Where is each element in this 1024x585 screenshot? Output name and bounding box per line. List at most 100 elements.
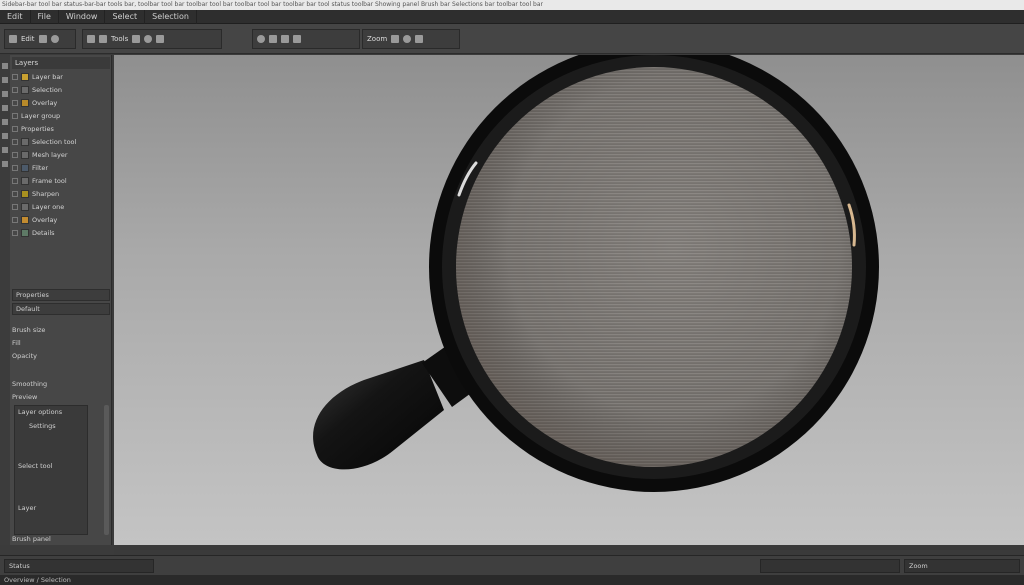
layer-thumbnail — [21, 216, 29, 224]
option-row[interactable]: Layer — [18, 504, 88, 515]
layer-thumbnail — [21, 177, 29, 185]
rotate-icon[interactable] — [281, 35, 289, 43]
layer-row[interactable]: Mesh layer — [12, 149, 110, 161]
toolbar-label-tools[interactable]: Tools — [111, 35, 128, 43]
layer-label: Overlay — [32, 99, 58, 107]
eye-icon[interactable] — [12, 126, 18, 132]
window-title: Sidebar-bar tool bar status-bar-bar tool… — [0, 0, 1024, 10]
crop-icon[interactable] — [156, 35, 165, 43]
property-row[interactable]: Fill — [12, 339, 110, 350]
layers-panel-title: Layers — [12, 57, 110, 69]
layer-row[interactable]: Filter — [12, 162, 110, 174]
layer-label: Layer bar — [32, 73, 63, 81]
eye-icon[interactable] — [12, 139, 18, 145]
move-icon[interactable] — [132, 35, 141, 43]
layer-thumbnail — [21, 229, 29, 237]
layer-icon[interactable] — [99, 35, 107, 43]
lens-shade — [456, 67, 852, 467]
layer-row[interactable]: Selection — [12, 84, 110, 96]
property-row[interactable]: Smoothing — [12, 380, 110, 391]
menu-item-select[interactable]: Select — [105, 9, 146, 24]
brush-tool-icon[interactable] — [2, 91, 8, 97]
eye-icon[interactable] — [12, 165, 18, 171]
hand-icon[interactable] — [269, 35, 277, 43]
magnifying-glass-image — [313, 55, 879, 492]
layer-row[interactable]: Overlay — [12, 214, 110, 226]
layer-row[interactable]: Selection tool — [12, 136, 110, 148]
circle-icon[interactable] — [50, 35, 59, 43]
eye-icon[interactable] — [12, 230, 18, 236]
toolbar-label-edit[interactable]: Edit — [21, 35, 35, 43]
eye-icon[interactable] — [12, 113, 18, 119]
tool-strip — [0, 55, 10, 545]
flip-icon[interactable] — [293, 35, 301, 43]
toolbar-group-view — [252, 29, 360, 49]
layer-label: Layer group — [21, 112, 61, 120]
layer-label: Selection — [32, 86, 62, 94]
layer-row[interactable]: Layer group — [12, 110, 110, 122]
layer-row[interactable]: Overlay — [12, 97, 110, 109]
menu-item-file[interactable]: File — [31, 9, 59, 24]
eraser-icon[interactable] — [2, 105, 8, 111]
sidebar-scrollbar[interactable] — [104, 405, 109, 535]
shape-icon[interactable] — [2, 147, 8, 153]
toolbar-group-zoom: Zoom — [362, 29, 460, 49]
bottom-left-field[interactable]: Status — [4, 559, 154, 573]
lasso-icon[interactable] — [2, 77, 8, 83]
eye-icon[interactable] — [12, 191, 18, 197]
eye-icon[interactable] — [12, 74, 18, 80]
layer-row[interactable]: Properties — [12, 123, 110, 135]
zoom-in-icon[interactable] — [391, 35, 400, 43]
option-row[interactable]: Layer options — [18, 408, 88, 419]
layer-thumbnail — [21, 203, 29, 211]
layer-row[interactable]: Sharpen — [12, 188, 110, 200]
image-canvas[interactable] — [114, 55, 1024, 545]
target-icon[interactable] — [144, 35, 153, 43]
layer-label: Selection tool — [32, 138, 77, 146]
toolbar: Edit Tools Zoom — [0, 24, 1024, 54]
layer-label: Filter — [32, 164, 49, 172]
option-row[interactable]: Select tool — [18, 462, 88, 473]
eye-icon[interactable] — [12, 178, 18, 184]
settings-icon[interactable] — [9, 35, 17, 43]
layer-label: Details — [32, 229, 55, 237]
toolbar-label-zoom[interactable]: Zoom — [367, 35, 387, 43]
property-row[interactable]: Preview — [12, 393, 110, 404]
eye-icon[interactable] — [12, 87, 18, 93]
grid-icon[interactable] — [38, 35, 47, 43]
layer-label: Frame tool — [32, 177, 67, 185]
option-row[interactable]: Settings — [29, 422, 89, 433]
menu-item-selection[interactable]: Selection — [145, 9, 197, 24]
bottom-mid-field[interactable] — [760, 559, 900, 573]
menu-item-edit[interactable]: Edit — [0, 9, 31, 24]
properties-panel-header[interactable]: Properties — [12, 289, 110, 301]
eye-icon[interactable] — [12, 204, 18, 210]
canvas-horizontal-scrollbar[interactable] — [114, 545, 1024, 555]
layer-thumbnail — [21, 99, 29, 107]
refresh-icon[interactable] — [257, 35, 265, 43]
pointer-icon[interactable] — [2, 63, 8, 69]
handle-grip — [313, 360, 444, 470]
property-row[interactable]: Opacity — [12, 352, 110, 363]
layer-row[interactable]: Layer bar — [12, 71, 110, 83]
eye-icon[interactable] — [12, 100, 18, 106]
bottom-panel: Status Zoom — [0, 555, 1024, 575]
properties-dropdown[interactable]: Default — [12, 303, 110, 315]
layer-row[interactable]: Frame tool — [12, 175, 110, 187]
text-icon[interactable] — [2, 133, 8, 139]
toolbar-group-tools: Tools — [82, 29, 222, 49]
property-row[interactable]: Brush size — [12, 326, 110, 337]
brush-icon[interactable] — [87, 35, 95, 43]
status-bar: Overview / Selection — [0, 575, 1024, 585]
layer-row[interactable]: Layer one — [12, 201, 110, 213]
layer-row[interactable]: Details — [12, 227, 110, 239]
layer-thumbnail — [21, 73, 29, 81]
fill-icon[interactable] — [2, 119, 8, 125]
bottom-right-field[interactable]: Zoom — [904, 559, 1020, 573]
eye-icon[interactable] — [12, 152, 18, 158]
fit-icon[interactable] — [415, 35, 424, 43]
zoom-out-icon[interactable] — [403, 35, 412, 43]
menu-item-window[interactable]: Window — [59, 9, 106, 24]
eye-icon[interactable] — [12, 217, 18, 223]
eyedropper-icon[interactable] — [2, 161, 8, 167]
